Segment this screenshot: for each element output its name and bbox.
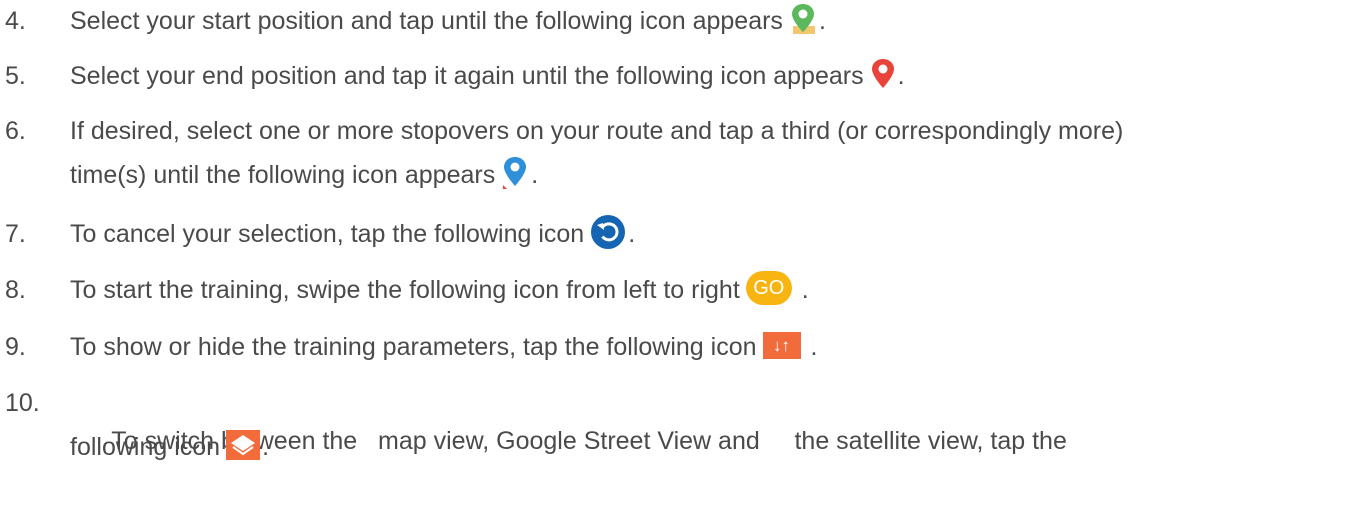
item-suffix: . bbox=[801, 276, 809, 304]
item-text: following icon. bbox=[70, 428, 1340, 466]
item-text-content: To start the training, swipe the followi… bbox=[70, 276, 740, 304]
item-suffix: . bbox=[818, 7, 826, 35]
item-text: If desired, select one or more stopovers… bbox=[70, 112, 1340, 150]
green-pin-icon bbox=[789, 2, 817, 36]
item-text-line: time(s) until the following icon appears bbox=[70, 161, 496, 189]
item-text: To cancel your selection, tap the follow… bbox=[70, 215, 1340, 253]
item-number: 9. bbox=[5, 333, 26, 361]
item-number: 10. bbox=[5, 389, 40, 417]
item-text: Select your start position and tap until… bbox=[70, 2, 1340, 40]
item-text: Select your end position and tap it agai… bbox=[70, 57, 1340, 95]
item-text: To show or hide the training parameters,… bbox=[70, 328, 1340, 366]
item-text: time(s) until the following icon appears… bbox=[70, 156, 1340, 194]
item-suffix: . bbox=[810, 333, 818, 361]
go-button-icon: GO bbox=[745, 271, 792, 306]
show-hide-parameters-icon: ↓↑ bbox=[762, 331, 801, 359]
item-number: 5. bbox=[5, 62, 26, 90]
item-suffix: . bbox=[628, 220, 636, 248]
item-suffix: . bbox=[897, 62, 905, 90]
layers-icon bbox=[226, 430, 261, 461]
undo-icon bbox=[590, 214, 626, 250]
item-text-line: following icon bbox=[70, 433, 221, 461]
blue-pin-icon bbox=[501, 155, 529, 191]
item-number: 4. bbox=[5, 7, 26, 35]
item-suffix: . bbox=[531, 161, 539, 189]
item-number: 8. bbox=[5, 276, 26, 304]
red-pin-icon bbox=[870, 57, 896, 91]
item-text: To start the training, swipe the followi… bbox=[70, 271, 1340, 309]
item-number: 6. bbox=[5, 117, 26, 145]
item-suffix: . bbox=[262, 433, 270, 461]
item-text-content: Select your start position and tap until… bbox=[70, 7, 783, 35]
item-text-content: Select your end position and tap it agai… bbox=[70, 62, 864, 90]
item-number: 7. bbox=[5, 220, 26, 248]
item-text-content: To show or hide the training parameters,… bbox=[70, 333, 757, 361]
item-text-line: If desired, select one or more stopovers… bbox=[70, 117, 1124, 145]
item-text-content: To cancel your selection, tap the follow… bbox=[70, 220, 585, 248]
